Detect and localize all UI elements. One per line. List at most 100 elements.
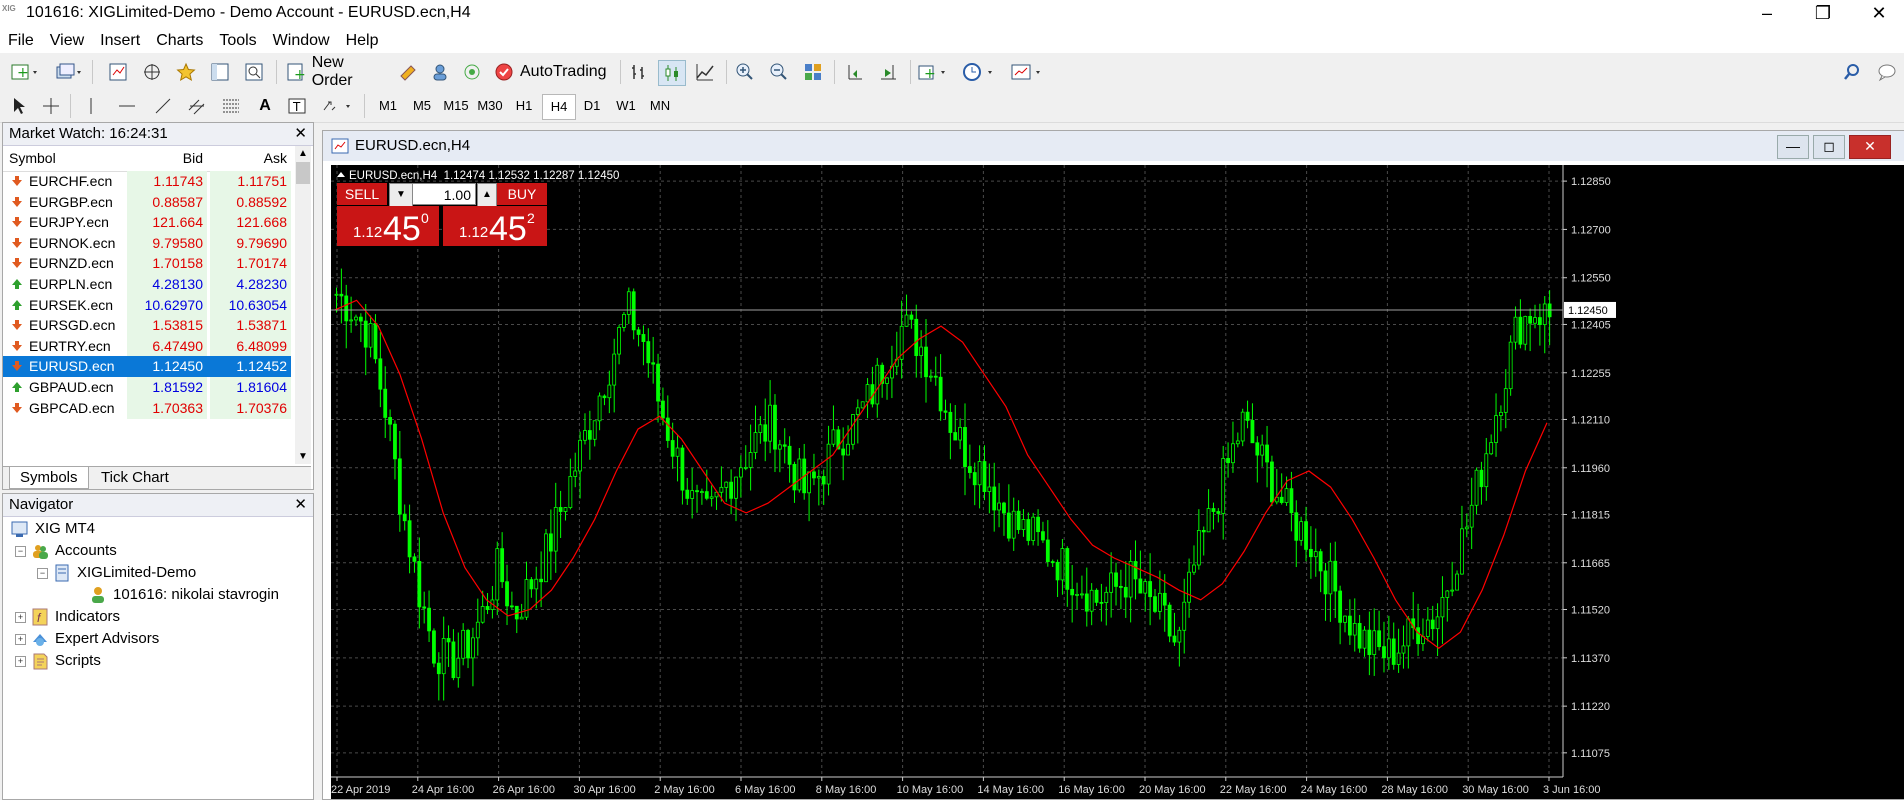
timeframe-m5[interactable]: M5 <box>406 94 438 118</box>
market-watch-row[interactable]: EURSGD.ecn 1.53815 1.53871 <box>3 315 291 337</box>
new-chart-icon[interactable]: + <box>8 60 42 84</box>
chart-shift-icon[interactable] <box>842 60 868 84</box>
metaeditor-icon[interactable] <box>396 60 420 84</box>
market-watch-row[interactable]: GBPAUD.ecn 1.81592 1.81604 <box>3 377 291 398</box>
chat-icon[interactable] <box>1874 60 1900 84</box>
sell-button[interactable]: SELL <box>337 183 387 205</box>
market-watch-row[interactable]: EURNZD.ecn 1.70158 1.70174 <box>3 253 291 275</box>
profiles-icon[interactable] <box>52 60 86 84</box>
candle-body <box>509 605 514 608</box>
timeframe-h1[interactable]: H1 <box>508 94 540 118</box>
y-tick-label: 1.11815 <box>1571 509 1610 521</box>
collapse-icon[interactable]: − <box>37 568 48 579</box>
menu-insert[interactable]: Insert <box>92 28 148 53</box>
restore-icon[interactable]: ❐ <box>1800 0 1846 28</box>
menu-window[interactable]: Window <box>265 28 338 53</box>
trendline-icon[interactable] <box>152 94 174 118</box>
candle-body <box>1425 619 1430 637</box>
vertical-line-icon[interactable] <box>80 94 102 118</box>
timeframe-m30[interactable]: M30 <box>474 94 506 118</box>
timeframe-m1[interactable]: M1 <box>372 94 404 118</box>
lot-increase-icon[interactable]: ▲ <box>477 183 497 207</box>
candlestick-icon[interactable] <box>658 60 686 86</box>
close-icon[interactable]: ✕ <box>294 123 307 145</box>
market-watch-row[interactable]: EURGBP.ecn 0.88587 0.88592 <box>3 191 291 213</box>
scroll-up-icon[interactable]: ▲ <box>298 148 308 159</box>
close-icon[interactable]: ✕ <box>294 494 307 516</box>
minimize-icon[interactable]: – <box>1744 0 1790 28</box>
new-order-button[interactable]: + New Order <box>286 54 388 89</box>
timeframe-w1[interactable]: W1 <box>610 94 642 118</box>
data-window-icon[interactable] <box>140 60 164 84</box>
expand-icon[interactable]: + <box>15 612 26 623</box>
strategy-tester-icon[interactable] <box>242 60 266 84</box>
auto-scroll-icon[interactable] <box>876 60 902 84</box>
sell-price-button[interactable]: 1.12 45 0 <box>337 206 439 248</box>
navigator-icon[interactable] <box>174 60 198 84</box>
collapse-icon[interactable]: − <box>15 546 26 557</box>
price-chart[interactable]: 1.12850 1.12700 1.12550 1.12405 1.12255 1.121… <box>331 165 1904 799</box>
text-icon[interactable]: A <box>254 94 276 118</box>
market-watch-row[interactable]: EURTRY.ecn 6.47490 6.48099 <box>3 335 291 357</box>
menu-charts[interactable]: Charts <box>148 28 211 53</box>
expand-icon[interactable]: + <box>15 656 26 667</box>
close-icon[interactable]: ✕ <box>1849 135 1891 159</box>
column-header-ask[interactable]: Ask <box>210 146 291 171</box>
periods-icon[interactable] <box>960 60 1000 84</box>
close-icon[interactable]: ✕ <box>1856 0 1902 28</box>
market-watch-row[interactable]: GBPCAD.ecn 1.70363 1.70376 <box>3 397 291 419</box>
zoom-out-icon[interactable] <box>766 60 792 84</box>
menu-file[interactable]: File <box>0 28 42 53</box>
market-watch-row[interactable]: EURCHF.ecn 1.11743 1.11751 <box>3 171 291 192</box>
market-watch-row[interactable]: EURUSD.ecn 1.12450 1.12452 <box>3 356 291 378</box>
chart-window-titlebar[interactable]: EURUSD.ecn,H4 — ◻ ✕ <box>323 131 1904 161</box>
column-header-symbol[interactable]: Symbol <box>9 146 56 171</box>
bar-chart-icon[interactable] <box>626 60 652 84</box>
tile-windows-icon[interactable] <box>800 60 826 84</box>
lot-decrease-icon[interactable]: ▼ <box>389 183 413 207</box>
timeframe-mn[interactable]: MN <box>644 94 676 118</box>
tab-symbols[interactable]: Symbols <box>9 467 89 489</box>
market-watch-row[interactable]: EURNOK.ecn 9.79580 9.79690 <box>3 232 291 254</box>
scroll-down-icon[interactable]: ▼ <box>298 451 308 462</box>
zoom-in-icon[interactable] <box>732 60 758 84</box>
market-watch-row[interactable]: EURJPY.ecn 121.664 121.668 <box>3 212 291 234</box>
timeframe-h4[interactable]: H4 <box>542 94 576 120</box>
line-chart-icon[interactable] <box>692 60 718 84</box>
terminal-icon[interactable] <box>208 60 232 84</box>
tab-tick-chart[interactable]: Tick Chart <box>91 467 179 488</box>
expand-icon[interactable]: + <box>15 634 26 645</box>
autotrading-button[interactable]: AutoTrading <box>494 60 620 84</box>
menu-tools[interactable]: Tools <box>211 28 264 53</box>
candle-body <box>1284 488 1289 503</box>
market-watch-row[interactable]: EURSEK.ecn 10.62970 10.63054 <box>3 294 291 316</box>
horizontal-line-icon[interactable] <box>116 94 138 118</box>
accounts-icon <box>33 545 48 559</box>
scrollbar-thumb[interactable] <box>296 162 310 184</box>
market-watch-icon[interactable] <box>106 60 130 84</box>
arrows-icon[interactable] <box>318 94 358 118</box>
cursor-icon[interactable] <box>8 94 30 118</box>
contact-icon[interactable] <box>428 60 452 84</box>
menu-help[interactable]: Help <box>338 28 387 53</box>
signals-icon[interactable] <box>460 60 484 84</box>
column-header-bid[interactable]: Bid <box>127 146 207 171</box>
market-watch-row[interactable]: EURPLN.ecn 4.28130 4.28230 <box>3 274 291 295</box>
fibonacci-icon[interactable] <box>220 94 242 118</box>
timeframe-d1[interactable]: D1 <box>576 94 608 118</box>
timeframe-m15[interactable]: M15 <box>440 94 472 118</box>
templates-icon[interactable] <box>1008 60 1048 84</box>
search-icon[interactable] <box>1840 60 1864 84</box>
market-watch-scrollbar[interactable]: ▲ ▼ <box>295 146 311 464</box>
minimize-icon[interactable]: — <box>1777 135 1809 159</box>
buy-button[interactable]: BUY <box>497 183 547 205</box>
buy-price-button[interactable]: 1.12 45 2 <box>443 206 547 248</box>
indicators-list-icon[interactable]: + <box>916 60 952 84</box>
candle-body <box>383 388 388 418</box>
crosshair-icon[interactable] <box>40 94 62 118</box>
maximize-icon[interactable]: ◻ <box>1813 135 1845 159</box>
menu-view[interactable]: View <box>42 28 92 53</box>
text-label-icon[interactable]: T <box>286 94 308 118</box>
equidistant-channel-icon[interactable] <box>186 94 208 118</box>
lot-size-input[interactable]: 1.00 <box>412 183 476 205</box>
